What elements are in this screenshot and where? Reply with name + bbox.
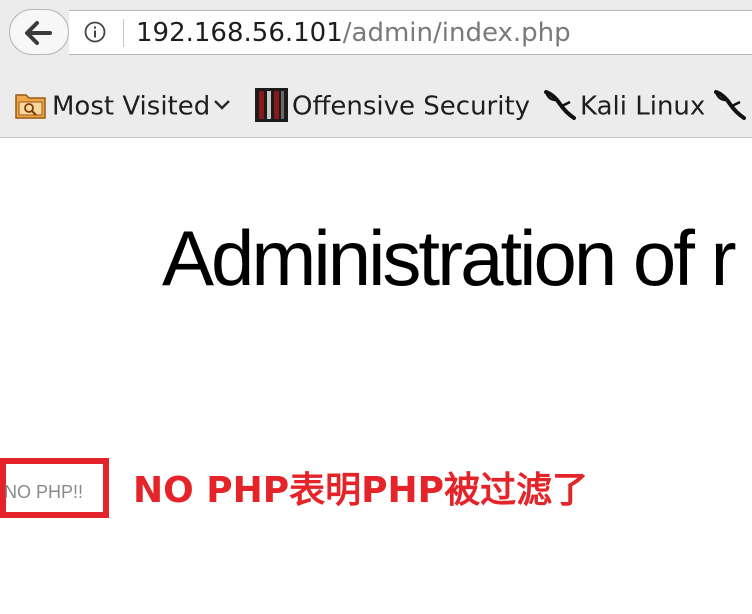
annotation-text: NO PHP表明PHP被过滤了 bbox=[133, 470, 589, 511]
url-host: 192.168.56.101 bbox=[136, 18, 343, 48]
back-button[interactable] bbox=[9, 9, 69, 55]
folder-icon bbox=[15, 93, 46, 119]
bookmark-kali-extra[interactable] bbox=[712, 86, 750, 126]
url-text[interactable]: 192.168.56.101/admin/index.php bbox=[136, 17, 571, 49]
info-icon[interactable] bbox=[84, 21, 106, 43]
bookmark-offensive-security[interactable]: Offensive Security bbox=[255, 86, 530, 126]
kali-dragon-icon bbox=[544, 89, 576, 120]
bookmark-kali-linux[interactable]: Kali Linux bbox=[542, 86, 705, 126]
chevron-down-icon bbox=[214, 99, 231, 110]
no-php-message: NO PHP!! bbox=[4, 482, 84, 502]
url-divider bbox=[123, 19, 124, 47]
kali-dragon-icon bbox=[714, 89, 746, 120]
bookmark-label: Most Visited bbox=[52, 91, 211, 122]
address-bar[interactable]: 192.168.56.101/admin/index.php bbox=[69, 10, 752, 55]
bookmark-label: Kali Linux bbox=[580, 91, 706, 122]
url-path: /admin/index.php bbox=[342, 18, 571, 48]
bookmark-label: Offensive Security bbox=[292, 91, 531, 122]
bookmark-most-visited[interactable]: Most Visited bbox=[14, 86, 232, 126]
offensive-security-icon bbox=[255, 87, 288, 122]
back-arrow-icon bbox=[25, 21, 52, 45]
bookmarks-bar: Most Visited Offensive Security Kali Lin… bbox=[0, 78, 752, 134]
browser-toolbar: 192.168.56.101/admin/index.php Most Visi… bbox=[0, 0, 752, 138]
page-title: Administration of r bbox=[162, 214, 737, 302]
